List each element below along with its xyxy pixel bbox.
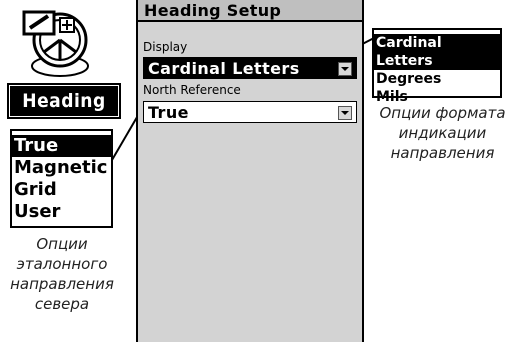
display-select-value: Cardinal Letters — [148, 59, 300, 78]
device-screen: Heading Setup Display Cardinal Letters N… — [136, 0, 364, 342]
north-reference-label: North Reference — [143, 83, 241, 97]
chevron-down-icon[interactable] — [338, 106, 352, 120]
north-reference-select-value: True — [148, 103, 189, 122]
page-title: Heading Setup — [138, 0, 362, 22]
north-option-grid[interactable]: Grid — [12, 179, 111, 201]
format-option-degrees[interactable]: Degrees — [374, 70, 500, 88]
north-option-magnetic[interactable]: Magnetic — [12, 157, 111, 179]
display-format-caption: Опции формата индикации направления — [379, 104, 506, 162]
display-select[interactable]: Cardinal Letters — [143, 57, 357, 79]
display-format-options-popup: Cardinal Letters Degrees Mils — [372, 28, 502, 105]
format-option-cardinal-letters[interactable]: Cardinal Letters — [374, 34, 500, 70]
heading-app-badge: Heading — [7, 83, 121, 119]
display-label: Display — [143, 40, 188, 54]
heading-compass-icon — [22, 4, 92, 82]
north-reference-select[interactable]: True — [143, 101, 357, 123]
north-reference-options-popup: True Magnetic Grid User — [10, 129, 113, 228]
chevron-down-icon[interactable] — [338, 62, 352, 76]
north-option-true[interactable]: True — [12, 135, 111, 157]
north-option-user[interactable]: User — [12, 201, 111, 223]
north-reference-caption: Опции эталонного направления севера — [10, 235, 114, 313]
